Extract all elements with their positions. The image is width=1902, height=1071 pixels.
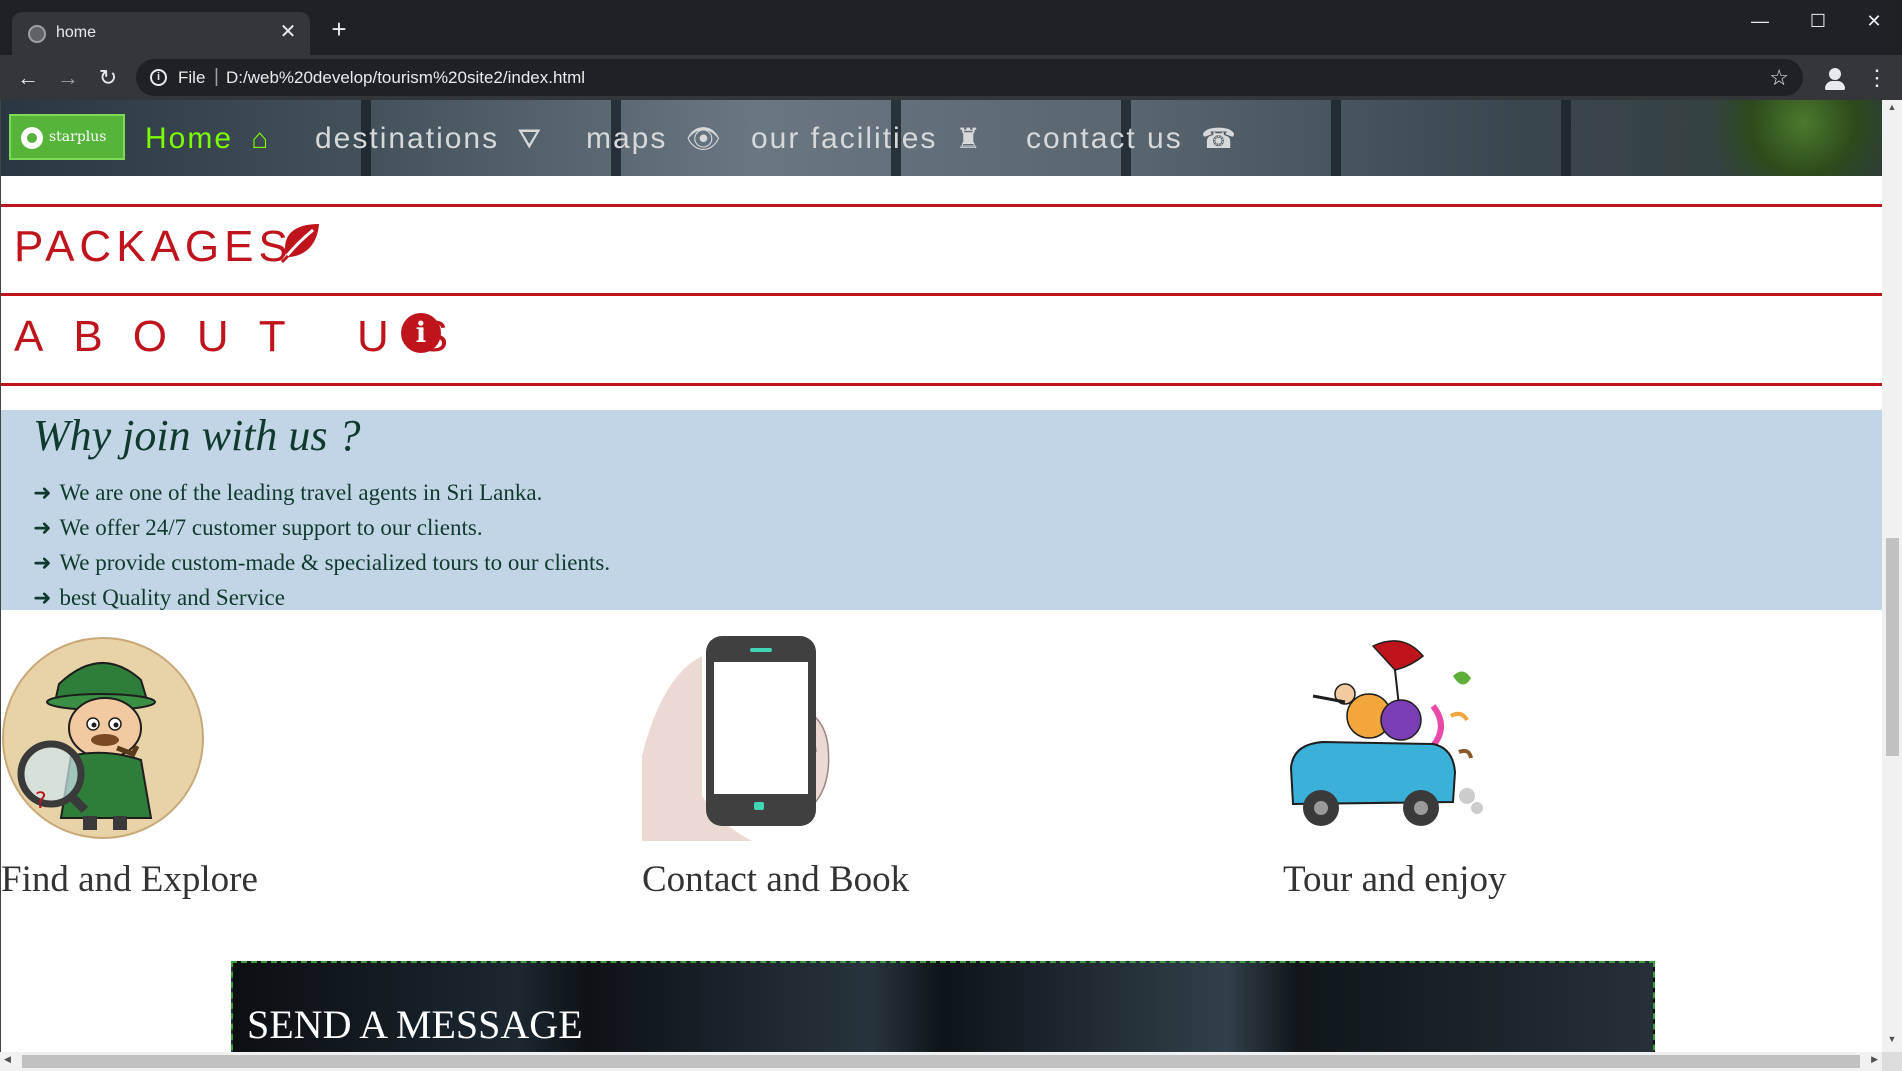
why-join-list: ➜ We are one of the leading travel agents…: [33, 475, 610, 615]
chess-icon: ♜: [955, 123, 983, 154]
home-icon: ⌂: [251, 123, 271, 154]
list-item: ➜ We provide custom-made & specialized to…: [33, 545, 610, 580]
arrow-right-icon: ➜: [33, 516, 52, 541]
list-item: ➜ We are one of the leading travel agents…: [33, 475, 610, 510]
nav-item-facilities[interactable]: our facilities ♜: [751, 122, 983, 156]
feature-caption: Tour and enjoy: [1283, 859, 1507, 900]
nav-item-maps[interactable]: maps 👁: [586, 122, 723, 156]
scroll-down-arrow-icon[interactable]: ▼: [1882, 1034, 1902, 1048]
section-divider: [1, 293, 1882, 296]
scrollbar-corner: [1882, 1052, 1902, 1071]
nav-item-label: our facilities: [751, 122, 938, 155]
bookmark-star-icon[interactable]: ☆: [1769, 65, 1789, 91]
background-tree: [1331, 100, 1341, 176]
scroll-left-arrow-icon[interactable]: ◀: [4, 1054, 11, 1065]
feature-contact-book: Contact and Book: [642, 636, 1042, 900]
section-divider: [1, 383, 1882, 386]
list-item-text: best Quality and Service: [59, 585, 285, 610]
maximize-button[interactable]: ☐: [1790, 6, 1846, 36]
browser-toolbar: ← → ↻ i File | D:/web%20develop/tourism%…: [0, 55, 1902, 100]
reload-button[interactable]: ↻: [91, 61, 125, 95]
vertical-scroll-thumb[interactable]: [1886, 538, 1899, 756]
browser-titlebar: home ✕ + — ☐ ✕: [0, 0, 1902, 55]
detective-illustration: ?: [2, 637, 204, 839]
tab-title: home: [56, 24, 97, 41]
logo-text: starplus: [49, 129, 107, 145]
nav-item-contact[interactable]: contact us ☎: [1026, 122, 1238, 156]
phone-in-hand-illustration: [642, 636, 830, 841]
browser-tab[interactable]: home ✕: [12, 12, 310, 55]
back-button[interactable]: ←: [11, 61, 45, 95]
globe-icon: [28, 25, 46, 43]
send-message-section: SEND A MESSAGE: [231, 961, 1655, 1052]
scroll-up-arrow-icon[interactable]: ▲: [1882, 102, 1902, 116]
nav-item-home[interactable]: Home ⌂: [145, 122, 270, 156]
list-item-text: We offer 24/7 customer support to our cl…: [59, 515, 483, 540]
foliage-decoration: [1683, 100, 1882, 176]
feature-find-explore: ? Find and Explore: [1, 636, 401, 900]
background-tree: [1561, 100, 1571, 176]
minimize-button[interactable]: —: [1732, 6, 1788, 36]
close-window-button[interactable]: ✕: [1846, 6, 1902, 36]
arrow-right-icon: ➜: [33, 586, 52, 611]
feature-caption: Find and Explore: [1, 859, 258, 900]
page-viewport: starplus Home ⌂ destinations ⛛ maps 👁 ou…: [0, 100, 1882, 1052]
list-item-text: We are one of the leading travel agents …: [59, 480, 543, 505]
close-tab-icon[interactable]: ✕: [276, 20, 300, 44]
phone-icon: ☎: [1201, 123, 1238, 154]
vertical-scrollbar[interactable]: ▲ ▼: [1882, 100, 1902, 1052]
nav-item-label: Home: [145, 122, 234, 155]
nav-item-label: destinations: [315, 122, 500, 155]
site-navbar: starplus Home ⌂ destinations ⛛ maps 👁 ou…: [1, 100, 1882, 176]
forward-button[interactable]: →: [51, 61, 85, 95]
leaf-icon: [280, 224, 319, 264]
horizontal-scrollbar[interactable]: ◀ ▶: [0, 1052, 1882, 1071]
feature-tour-enjoy: Tour and enjoy: [1283, 636, 1683, 900]
list-item: ➜ We offer 24/7 customer support to our c…: [33, 510, 610, 545]
nav-item-destinations[interactable]: destinations ⛛: [315, 122, 543, 156]
road-icon: ⛛: [517, 123, 543, 154]
nav-item-label: contact us: [1026, 122, 1183, 155]
eye-icon: 👁: [685, 123, 724, 154]
nav-item-label: maps: [586, 122, 668, 155]
site-logo[interactable]: starplus: [9, 114, 125, 160]
info-icon: i: [401, 313, 441, 353]
why-join-title: Why join with us ?: [33, 411, 361, 460]
feature-caption: Contact and Book: [642, 859, 910, 900]
url-text[interactable]: D:/web%20develop/tourism%20site2/index.h…: [226, 68, 585, 88]
section-divider: [1, 204, 1882, 207]
url-scheme: File: [178, 68, 206, 87]
arrow-right-icon: ➜: [33, 551, 52, 576]
packages-heading[interactable]: PACKAGES: [14, 222, 293, 272]
address-bar[interactable]: i File | D:/web%20develop/tourism%20site…: [136, 59, 1803, 96]
logo-swirl-icon: [21, 127, 43, 149]
profile-avatar-icon[interactable]: [1820, 63, 1850, 93]
why-join-section: Why join with us ? ➜ We are one of the le…: [1, 410, 1882, 611]
list-item-text: We provide custom-made & specialized tou…: [59, 550, 611, 575]
send-message-title: SEND A MESSAGE: [247, 1002, 583, 1047]
url-separator: |: [214, 66, 219, 87]
horizontal-scroll-thumb[interactable]: [22, 1055, 1860, 1068]
svg-text:?: ?: [35, 789, 47, 814]
new-tab-button[interactable]: +: [326, 16, 352, 43]
site-info-icon[interactable]: i: [150, 69, 167, 86]
scroll-right-arrow-icon[interactable]: ▶: [1871, 1054, 1878, 1065]
browser-menu-icon[interactable]: ⋮: [1862, 61, 1892, 95]
arrow-right-icon: ➜: [33, 481, 52, 506]
car-with-tourists-illustration: [1289, 640, 1483, 826]
list-item: ➜ best Quality and Service: [33, 580, 610, 615]
